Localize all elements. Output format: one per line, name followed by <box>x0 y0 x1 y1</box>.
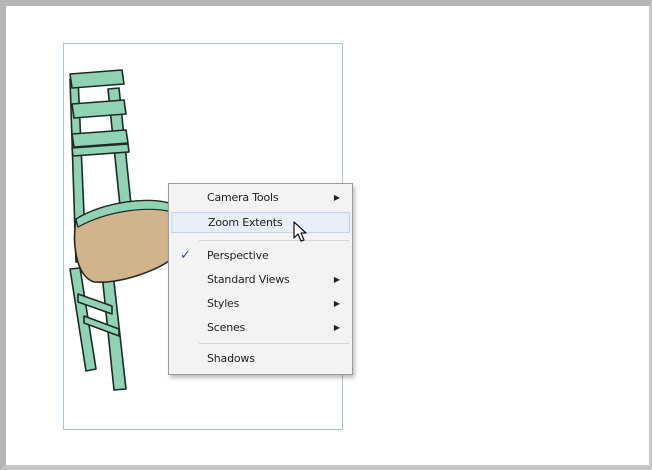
menu-item-label: Camera Tools <box>207 191 279 204</box>
submenu-arrow-icon: ▶ <box>333 299 340 308</box>
menu-item-label: Standard Views <box>207 273 290 286</box>
menu-item-label: Shadows <box>207 352 255 365</box>
submenu-arrow-icon: ▶ <box>333 193 340 202</box>
chair-slat-top <box>69 69 125 89</box>
menu-separator <box>199 343 349 344</box>
menu-item-shadows[interactable]: Shadows <box>171 348 350 369</box>
menu-item-zoom-extents[interactable]: Zoom Extents <box>171 212 350 233</box>
chair-slat-middle <box>71 99 127 119</box>
context-menu: Camera Tools ▶ Zoom Extents ✓ Perspectiv… <box>168 183 353 375</box>
menu-item-label: Scenes <box>207 321 246 334</box>
menu-item-camera-tools[interactable]: Camera Tools ▶ <box>171 187 350 208</box>
menu-item-label: Zoom Extents <box>208 216 283 229</box>
menu-item-standard-views[interactable]: Standard Views ▶ <box>171 269 350 290</box>
menu-item-styles[interactable]: Styles ▶ <box>171 293 350 314</box>
menu-item-label: Perspective <box>207 249 269 262</box>
submenu-arrow-icon: ▶ <box>333 275 340 284</box>
menu-item-label: Styles <box>207 297 240 310</box>
submenu-arrow-icon: ▶ <box>333 323 340 332</box>
checkmark-icon: ✓ <box>180 248 191 263</box>
menu-item-perspective[interactable]: ✓ Perspective <box>171 245 350 266</box>
menu-separator <box>199 240 349 241</box>
arrow-pointer-icon <box>293 221 307 242</box>
menu-item-scenes[interactable]: Scenes ▶ <box>171 317 350 338</box>
